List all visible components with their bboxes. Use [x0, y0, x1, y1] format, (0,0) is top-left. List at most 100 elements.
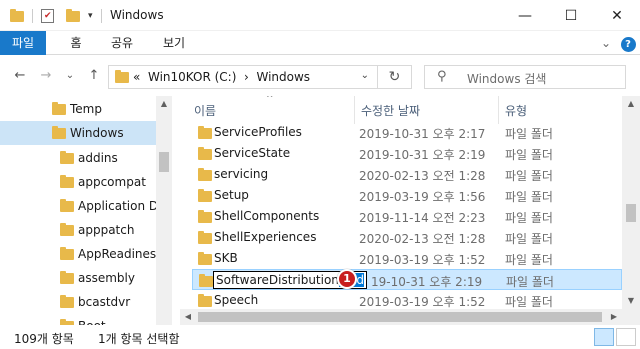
refresh-icon[interactable]: ↻	[377, 66, 411, 88]
column-header-type[interactable]: 유형	[505, 102, 527, 119]
folder-icon	[60, 199, 74, 212]
file-type: 파일 폴더	[505, 295, 553, 309]
scroll-up-arrow-icon[interactable]: ▲	[622, 96, 640, 112]
folder-icon	[52, 102, 66, 115]
tree-item-label: appcompat	[78, 175, 146, 189]
file-name: ServiceState	[214, 146, 291, 160]
toolbar-divider	[100, 9, 102, 23]
back-arrow-icon[interactable]: ←	[12, 68, 28, 84]
column-divider[interactable]	[354, 96, 355, 124]
tree-item-label: Boot	[78, 314, 106, 325]
file-date: 2020-02-13 오전 1:28	[359, 232, 486, 246]
folder-icon	[10, 8, 24, 22]
customize-toolbar-icon[interactable]: ▾	[88, 11, 93, 21]
file-row[interactable]: servicing 2020-02-13 오전 1:28 파일 폴더	[192, 164, 622, 185]
file-row[interactable]: ServiceState 2019-10-31 오후 2:19 파일 폴더	[192, 143, 622, 164]
folder-icon	[198, 210, 212, 223]
file-row[interactable]: ServiceProfiles 2019-10-31 오후 2:17 파일 폴더	[192, 122, 622, 143]
breadcrumb-overflow[interactable]: «	[133, 70, 140, 84]
folder-icon	[199, 274, 213, 287]
search-box[interactable]: ⚲ Windows 검색	[424, 65, 626, 89]
scroll-left-arrow-icon[interactable]: ◀	[180, 309, 196, 325]
column-header-date[interactable]: 수정한 날짜	[361, 102, 420, 119]
file-name: ShellComponents	[214, 209, 320, 223]
folder-icon	[198, 294, 212, 307]
file-name: SKB	[214, 251, 238, 265]
file-type: 파일 폴더	[505, 253, 553, 267]
folder-icon	[60, 151, 74, 164]
properties-icon[interactable]: ✔	[41, 9, 54, 23]
column-headers: ^ 이름 수정한 날짜 유형	[180, 96, 622, 124]
file-name: ShellExperiences	[214, 230, 317, 244]
column-header-name[interactable]: 이름	[194, 102, 216, 119]
file-type: 파일 폴더	[505, 190, 553, 204]
tree-item-application-data[interactable]: Application Da	[0, 194, 165, 218]
file-scroll-thumb[interactable]	[626, 204, 636, 222]
scroll-up-arrow-icon[interactable]: ▲	[156, 96, 172, 112]
details-view-icon[interactable]	[594, 328, 614, 346]
breadcrumb-drive[interactable]: Win10KOR (C:)	[148, 70, 236, 84]
file-row[interactable]: ShellComponents 2019-11-14 오전 2:23 파일 폴더	[192, 206, 622, 227]
navigation-pane: Temp Windows addins appcompat Applicatio…	[0, 96, 172, 325]
large-icons-view-icon[interactable]	[616, 328, 636, 346]
tree-item-assembly[interactable]: assembly	[0, 266, 156, 290]
nav-scroll-thumb[interactable]	[159, 152, 169, 172]
new-folder-icon[interactable]	[66, 8, 80, 22]
file-date: 2019-03-19 오후 1:52	[359, 253, 486, 267]
tree-item-windows[interactable]: Windows	[0, 121, 156, 145]
tree-item-appcompat[interactable]: appcompat	[0, 170, 156, 194]
file-date: 2019-03-19 오후 1:52	[359, 295, 486, 309]
recent-locations-icon[interactable]: ⌄	[62, 68, 78, 84]
minimize-button[interactable]: —	[502, 0, 548, 31]
close-button[interactable]: ✕	[594, 0, 640, 31]
tree-item-boot[interactable]: Boot	[0, 314, 156, 325]
tab-view[interactable]: 보기	[156, 31, 192, 55]
file-row[interactable]: Setup 2019-03-19 오후 1:56 파일 폴더	[192, 185, 622, 206]
file-row[interactable]: ShellExperiences 2020-02-13 오전 1:28 파일 폴…	[192, 227, 622, 248]
scroll-right-arrow-icon[interactable]: ▶	[606, 309, 622, 325]
tree-item-addins[interactable]: addins	[0, 146, 156, 170]
tab-home[interactable]: 홈	[60, 31, 92, 55]
tree-item-appreadiness[interactable]: AppReadiness	[0, 242, 162, 266]
rename-text: SoftwareDistribution	[216, 273, 339, 287]
chevron-down-icon[interactable]: ⌄	[596, 31, 616, 55]
breadcrumb-windows[interactable]: Windows	[256, 70, 310, 84]
column-divider[interactable]	[498, 96, 499, 124]
horizontal-scrollbar[interactable]: ◀ ▶	[180, 309, 622, 325]
maximize-button[interactable]: ☐	[548, 0, 594, 31]
file-name: Setup	[214, 188, 249, 202]
file-row[interactable]: Speech 2019-03-19 오후 1:52 파일 폴더	[192, 290, 622, 311]
item-count: 109개 항목	[14, 332, 74, 346]
up-arrow-icon[interactable]: ↑	[86, 68, 102, 84]
tree-item-label: assembly	[78, 271, 135, 285]
forward-arrow-icon[interactable]: →	[38, 68, 54, 84]
tree-item-bcastdvr[interactable]: bcastdvr	[0, 290, 156, 314]
file-row[interactable]: SKB 2019-03-19 오후 1:52 파일 폴더	[192, 248, 622, 269]
file-type: 파일 폴더	[505, 232, 553, 246]
address-bar[interactable]: « Win10KOR (C:) › Windows ⌄ ↻	[108, 65, 412, 89]
file-list-scrollbar[interactable]: ▲ ▼	[622, 96, 640, 325]
breadcrumb-separator[interactable]: ›	[244, 70, 249, 84]
help-icon[interactable]: ?	[618, 31, 638, 55]
tree-item-temp[interactable]: Temp	[0, 97, 156, 121]
file-name: Speech	[214, 293, 259, 307]
scroll-down-arrow-icon[interactable]: ▼	[622, 293, 640, 309]
tree-item-apppatch[interactable]: apppatch	[0, 218, 156, 242]
search-icon: ⚲	[437, 69, 447, 84]
tab-share[interactable]: 공유	[104, 31, 140, 55]
file-row-selected[interactable]: SoftwareDistribution-Old 19-10-31 오후 2:1…	[192, 269, 622, 290]
file-type: 파일 폴더	[505, 169, 553, 183]
quick-access-toolbar: ✔ ▾	[10, 6, 102, 26]
search-input[interactable]: Windows 검색	[467, 70, 546, 87]
address-dropdown-icon[interactable]: ⌄	[361, 70, 369, 81]
tab-file[interactable]: 파일	[0, 31, 46, 55]
folder-icon	[52, 126, 66, 139]
help-glyph: ?	[620, 37, 636, 52]
file-name: ServiceProfiles	[214, 125, 302, 139]
nav-pane-scrollbar[interactable]: ▲	[156, 96, 172, 325]
folder-icon	[198, 168, 212, 181]
horizontal-scroll-thumb[interactable]	[198, 312, 602, 322]
folder-icon	[60, 175, 74, 188]
ribbon-tabs: 파일 홈 공유 보기 ⌄ ?	[0, 31, 640, 55]
status-bar: 109개 항목 1개 항목 선택함	[0, 325, 640, 349]
